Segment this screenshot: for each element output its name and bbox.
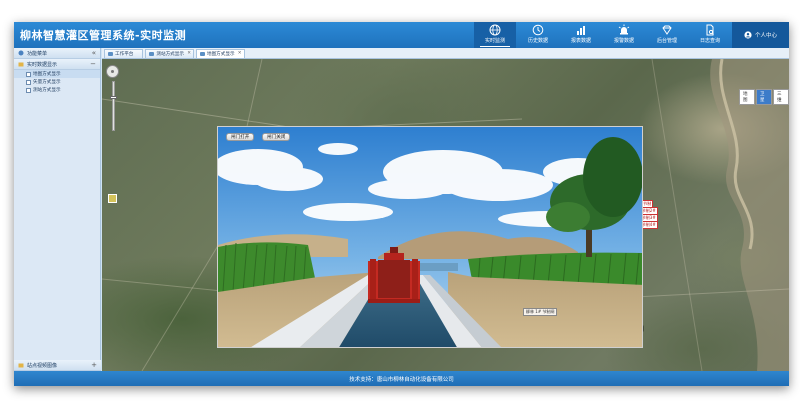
tab-icon [199, 52, 205, 56]
folder-icon [18, 363, 24, 368]
tab-map-view[interactable]: 地图方式显示 ✕ [195, 49, 245, 58]
sidebar-item-label: 地图方式显示 [33, 72, 61, 77]
nav-report[interactable]: 报表数据 [560, 22, 602, 48]
tab-bar: 工作平台 测站方式显示 ✕ 地图方式显示 ✕ [102, 48, 789, 59]
top-header: 柳林智慧灌区管理系统-实时监测 实时监测 历史数据 报表数据 报警数据 后台管理… [14, 22, 789, 48]
globe-icon [489, 24, 501, 36]
sidebar-item-station-view[interactable]: 测站方式显示 [14, 86, 100, 94]
tab-station-view[interactable]: 测站方式显示 ✕ [145, 49, 194, 58]
menu-panel-title: 功能菜单 [27, 50, 48, 57]
video-section: 站点视频图像 + [14, 360, 101, 371]
gate-name-label: 柳林 1# 节制闸 [523, 308, 558, 316]
alarm-icon [618, 24, 630, 35]
nav-realtime-label: 实时监测 [484, 38, 505, 44]
user-center-button[interactable]: 个人中心 [732, 22, 789, 48]
sidebar-item-label: 测站方式显示 [33, 88, 61, 93]
sidebar-item-map-view[interactable]: 地图方式显示 [14, 70, 100, 78]
section-collapse-icon[interactable]: − [90, 60, 96, 68]
report-icon [577, 26, 585, 35]
realtime-section-header[interactable]: 实时数据显示 − [14, 59, 100, 70]
user-center-label: 个人中心 [754, 33, 777, 39]
nav-alarm[interactable]: 报警数据 [603, 22, 645, 48]
section-expand-icon[interactable]: + [91, 361, 97, 369]
folder-icon [18, 62, 24, 67]
nav-alarm-label: 报警数据 [613, 38, 634, 44]
admin-icon [662, 25, 672, 35]
document-icon [26, 87, 31, 93]
tab-icon [149, 52, 155, 56]
gate-3d-view[interactable]: 闸门打开 闸门关闭 柳林 1# 节制闸 [217, 126, 643, 348]
nav-log-label: 日志查询 [699, 38, 720, 44]
map-zoom-control [106, 65, 120, 131]
gate-close-button[interactable]: 闸门关闭 [262, 133, 291, 141]
sidebar-item-label: 矢量方式显示 [33, 80, 61, 85]
tab-icon [108, 52, 113, 56]
nav-admin-label: 后台管理 [656, 38, 677, 44]
collapse-sidebar-icon[interactable]: « [92, 49, 96, 57]
app-window: 柳林智慧灌区管理系统-实时监测 实时监测 历史数据 报表数据 报警数据 后台管理… [14, 22, 789, 386]
tab-label: 工作平台 [115, 52, 134, 57]
sidebar: 功能菜单 « 实时数据显示 − 地图方式显示 矢量方式显示 测站方式显示 站点视… [14, 48, 101, 371]
map-layer-switch: 地图 卫星 三维 [739, 89, 789, 105]
satellite-map[interactable]: 地图 卫星 三维 1#-1#节制 2#1#节制2# 3#1#节制3# 4#1#节… [102, 59, 789, 371]
log-icon [706, 24, 714, 36]
close-icon[interactable]: ✕ [238, 51, 242, 56]
nav-report-label: 报表数据 [570, 38, 591, 44]
nav-realtime[interactable]: 实时监测 [474, 22, 516, 48]
tab-label: 地图方式显示 [206, 52, 235, 57]
gate-open-button[interactable]: 闸门打开 [226, 133, 255, 141]
zoom-slider[interactable] [109, 81, 117, 131]
pan-control[interactable] [106, 65, 119, 78]
user-icon [744, 31, 752, 39]
menu-panel-header[interactable]: 功能菜单 « [14, 48, 100, 59]
video-section-title: 站点视频图像 [27, 362, 58, 369]
nav-log[interactable]: 日志查询 [689, 22, 731, 48]
nav-admin[interactable]: 后台管理 [646, 22, 688, 48]
sidebar-item-vector-view[interactable]: 矢量方式显示 [14, 78, 100, 86]
footer-bar: 技术支持：唐山市柳林自动化设备有限公司 [14, 371, 789, 386]
layer-3d-button[interactable]: 三维 [773, 89, 789, 105]
app-title: 柳林智慧灌区管理系统-实时监测 [20, 29, 187, 42]
nav-history[interactable]: 历史数据 [517, 22, 559, 48]
document-icon [26, 79, 31, 85]
document-icon [26, 71, 31, 77]
close-icon[interactable]: ✕ [187, 51, 191, 56]
tab-workbench[interactable]: 工作平台 [104, 49, 144, 58]
menu-icon [18, 50, 24, 56]
gate-scene-render [218, 127, 642, 347]
zoom-slider-handle[interactable] [109, 96, 117, 99]
tab-label: 测站方式显示 [156, 52, 184, 57]
layer-satellite-button[interactable]: 卫星 [756, 89, 772, 105]
layer-map-button[interactable]: 地图 [739, 89, 755, 105]
map-marker-icon[interactable] [108, 194, 117, 203]
video-section-header[interactable]: 站点视频图像 + [14, 360, 101, 371]
nav-history-label: 历史数据 [527, 38, 548, 44]
footer-text: 技术支持：唐山市柳林自动化设备有限公司 [349, 376, 454, 383]
realtime-section-title: 实时数据显示 [27, 61, 58, 68]
history-icon [532, 24, 544, 36]
